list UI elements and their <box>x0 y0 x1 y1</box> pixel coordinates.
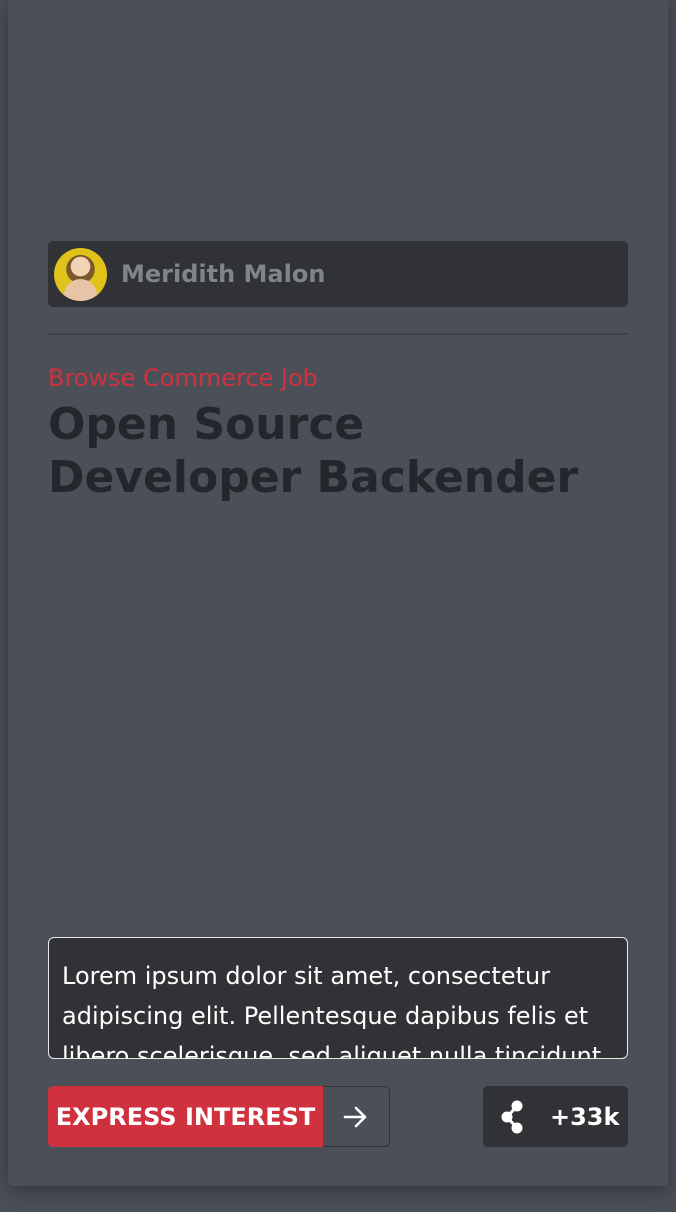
share-button[interactable]: +33k <box>483 1086 628 1147</box>
job-title: Open Source Developer Backender <box>48 399 579 503</box>
express-interest-button[interactable]: EXPRESS INTEREST <box>48 1086 323 1147</box>
job-description[interactable]: Lorem ipsum dolor sit amet, consectetur … <box>48 937 628 1059</box>
share-icon <box>501 1100 523 1133</box>
author-bar[interactable]: Meridith Malon <box>48 241 628 307</box>
arrow-button[interactable] <box>323 1086 390 1147</box>
divider <box>48 333 628 335</box>
share-count: +33k <box>550 1102 620 1131</box>
arrow-right-icon <box>343 1106 367 1127</box>
author-name: Meridith Malon <box>121 260 326 288</box>
job-category: Browse Commerce Job <box>48 364 318 392</box>
avatar <box>54 247 107 301</box>
job-card: Meridith Malon Browse Commerce Job Open … <box>8 0 668 1186</box>
